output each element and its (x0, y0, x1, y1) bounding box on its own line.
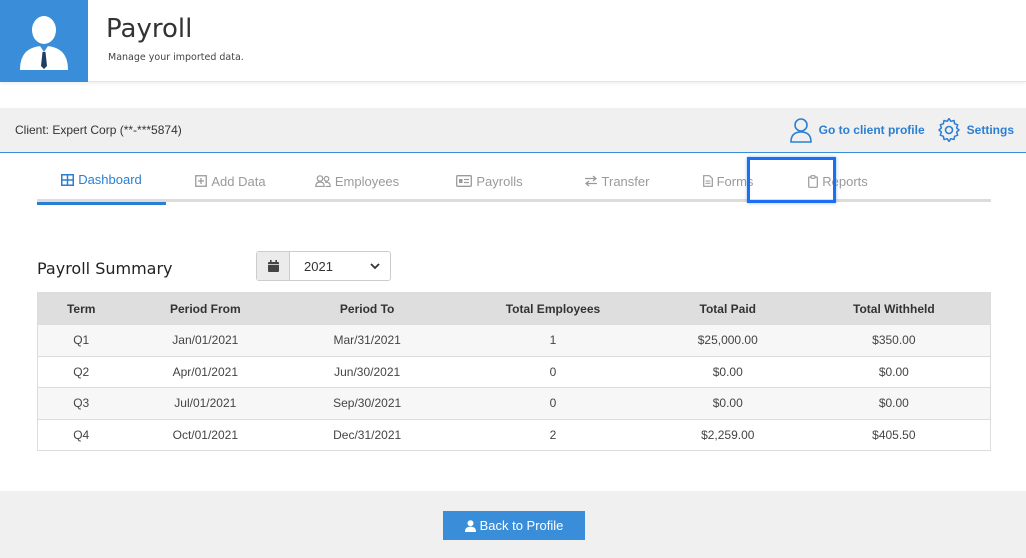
column-header-period-from: Period From (124, 292, 287, 325)
cell-total-paid: $0.00 (657, 355, 798, 388)
tab-add-data-label: Add Data (211, 173, 266, 189)
plus-square-icon (195, 175, 208, 187)
cell-total-withheld: $0.00 (797, 387, 991, 419)
cell-period-to: Dec/31/2021 (286, 418, 449, 451)
users-icon (315, 175, 331, 187)
payroll-summary-table: Term Period From Period To Total Employe… (37, 292, 991, 451)
table-header-row: Term Period From Period To Total Employe… (37, 292, 991, 325)
chevron-down-icon (370, 262, 380, 269)
cell-term: Q4 (37, 418, 125, 451)
cell-total-employees: 0 (448, 355, 658, 388)
page-header: Payroll Manage your imported data. (0, 0, 1026, 82)
tab-dashboard-label: Dashboard (78, 172, 142, 187)
businessman-icon (20, 16, 68, 70)
tab-reports[interactable]: Reports (783, 160, 893, 202)
cell-period-from: Jan/01/2021 (124, 324, 287, 356)
page-title: Payroll (106, 14, 193, 44)
page-subtitle: Manage your imported data. (108, 52, 244, 63)
cell-period-from: Jul/01/2021 (124, 387, 287, 419)
tab-payrolls-label: Payrolls (476, 173, 523, 189)
table-icon (61, 173, 75, 186)
cell-total-employees: 0 (448, 387, 658, 419)
cell-period-to: Mar/31/2021 (286, 324, 449, 356)
settings-link[interactable]: Settings (937, 118, 1014, 142)
column-header-term: Term (37, 292, 125, 325)
app-logo (0, 0, 88, 82)
cell-period-from: Oct/01/2021 (124, 418, 287, 451)
exchange-icon (584, 175, 597, 187)
tab-reports-label: Reports (822, 173, 868, 189)
tab-payrolls[interactable]: Payrolls (419, 160, 560, 202)
tab-dashboard[interactable]: Dashboard (37, 160, 166, 205)
go-to-client-profile-link[interactable]: Go to client profile (789, 117, 925, 143)
table-row: Q4 Oct/01/2021 Dec/31/2021 2 $2,259.00 $… (37, 418, 991, 451)
tab-transfer-label: Transfer (601, 173, 650, 189)
column-header-period-to: Period To (286, 292, 449, 325)
column-header-total-withheld: Total Withheld (797, 292, 991, 325)
cell-term: Q1 (37, 324, 125, 356)
client-actions: Go to client profile Settings (789, 117, 1014, 143)
cell-total-withheld: $405.50 (797, 418, 991, 451)
payroll-summary-title: Payroll Summary (37, 259, 173, 278)
client-label: Client: Expert Corp (**-***5874) (15, 123, 182, 137)
tab-transfer[interactable]: Transfer (560, 160, 673, 202)
cell-total-paid: $2,259.00 (657, 418, 798, 451)
tab-employees[interactable]: Employees (295, 160, 419, 202)
year-select-value[interactable]: 2021 (290, 252, 390, 280)
page-footer: Back to Profile (0, 491, 1026, 558)
gear-icon (937, 118, 960, 142)
document-icon (702, 175, 713, 187)
cell-period-from: Apr/01/2021 (124, 355, 287, 388)
cell-total-paid: $0.00 (657, 387, 798, 419)
table-row: Q1 Jan/01/2021 Mar/31/2021 1 $25,000.00 … (37, 324, 991, 356)
user-outline-icon (789, 118, 812, 143)
cell-total-employees: 2 (448, 418, 658, 451)
table-row: Q2 Apr/01/2021 Jun/30/2021 0 $0.00 $0.00 (37, 355, 991, 388)
user-icon (464, 519, 476, 532)
calendar-icon (267, 260, 279, 272)
tab-add-data[interactable]: Add Data (166, 160, 295, 202)
table-row: Q3 Jul/01/2021 Sep/30/2021 0 $0.00 $0.00 (37, 387, 991, 419)
tab-forms-label: Forms (716, 173, 754, 189)
back-to-profile-label: Back to Profile (479, 518, 564, 533)
cell-total-withheld: $350.00 (797, 324, 991, 356)
tab-employees-label: Employees (334, 173, 400, 189)
id-card-icon (456, 175, 473, 187)
client-bar: Client: Expert Corp (**-***5874) Go to c… (0, 108, 1026, 153)
cell-total-paid: $25,000.00 (657, 324, 798, 356)
year-value: 2021 (304, 258, 333, 274)
column-header-total-paid: Total Paid (657, 292, 798, 325)
year-select[interactable]: 2021 (256, 251, 391, 281)
tab-bar: Dashboard Add Data Employees Payrolls Tr… (37, 160, 991, 205)
clipboard-icon (808, 174, 819, 188)
back-to-profile-button[interactable]: Back to Profile (443, 511, 585, 540)
cell-term: Q3 (37, 387, 125, 419)
settings-label: Settings (966, 123, 1014, 137)
cell-period-to: Sep/30/2021 (286, 387, 449, 419)
go-to-client-profile-label: Go to client profile (818, 123, 925, 137)
cell-term: Q2 (37, 355, 125, 388)
column-header-total-employees: Total Employees (448, 292, 658, 325)
cell-total-withheld: $0.00 (797, 355, 991, 388)
calendar-addon (257, 252, 290, 280)
tab-forms[interactable]: Forms (673, 160, 783, 202)
cell-total-employees: 1 (448, 324, 658, 356)
cell-period-to: Jun/30/2021 (286, 355, 449, 388)
